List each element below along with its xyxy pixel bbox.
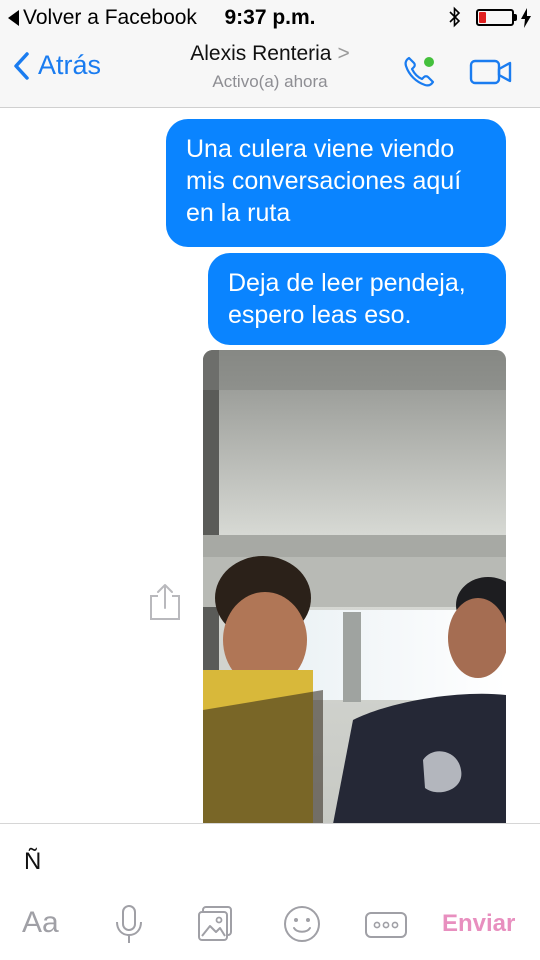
microphone-icon[interactable]: [114, 904, 144, 946]
video-call-icon[interactable]: [468, 56, 514, 88]
contact-name: Alexis Renteria: [190, 42, 332, 65]
contact-status: Activo(a) ahora: [212, 72, 328, 91]
text-format-button[interactable]: Aa: [22, 906, 59, 940]
online-dot: [424, 57, 434, 67]
contact-info[interactable]: Alexis Renteria > Activo(a) ahora: [0, 42, 540, 92]
message-input[interactable]: Ñ: [24, 848, 41, 876]
more-icon[interactable]: [364, 910, 408, 940]
composer: Ñ Aa Enviar: [0, 823, 540, 960]
battery-level: [479, 12, 486, 23]
battery-tip: [514, 14, 517, 21]
share-icon[interactable]: [147, 582, 183, 622]
gallery-icon[interactable]: [196, 904, 236, 944]
conversation-header: Atrás Alexis Renteria > Activo(a) ahora: [0, 34, 540, 108]
message-bubble[interactable]: Una culera viene viendo mis conversacion…: [166, 119, 506, 247]
send-button[interactable]: Enviar: [442, 910, 515, 938]
bluetooth-icon: [449, 6, 461, 28]
message-bubble[interactable]: Deja de leer pendeja, espero leas eso.: [208, 253, 506, 345]
photo-message[interactable]: [203, 350, 506, 824]
battery-icon: [476, 9, 514, 26]
emoji-icon[interactable]: [282, 904, 322, 944]
phone-call-icon[interactable]: [400, 52, 440, 92]
charging-bolt-icon: [521, 8, 531, 28]
contact-chevron-icon: >: [337, 42, 350, 65]
status-bar: Volver a Facebook 9:37 p.m.: [0, 0, 540, 34]
